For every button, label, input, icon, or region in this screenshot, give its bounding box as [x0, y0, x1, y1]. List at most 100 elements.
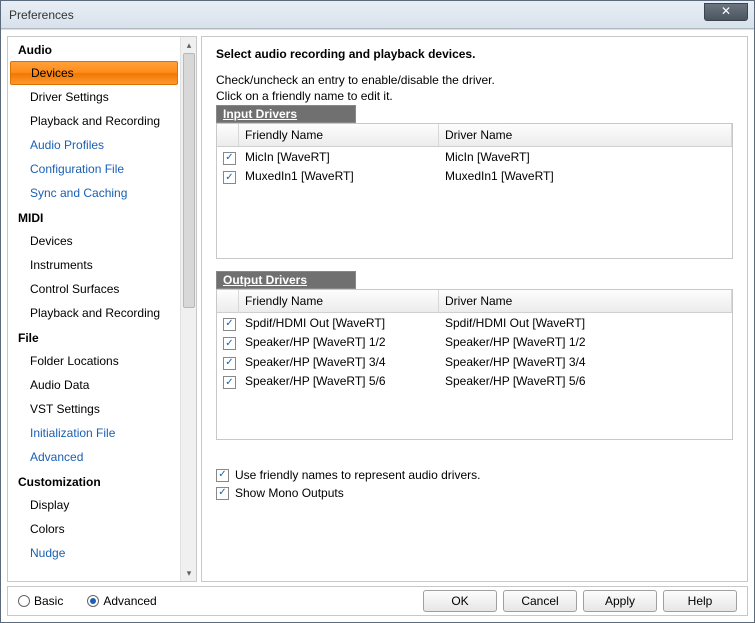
- row-driver-name: Speaker/HP [WaveRT] 1/2: [439, 334, 732, 350]
- output-col-driver[interactable]: Driver Name: [439, 290, 732, 312]
- input-col-driver[interactable]: Driver Name: [439, 124, 732, 146]
- settings-pane: Select audio recording and playback devi…: [201, 36, 748, 582]
- sidebar-list: AudioDevicesDriver SettingsPlayback and …: [8, 37, 180, 581]
- option-show-mono-label: Show Mono Outputs: [235, 486, 344, 500]
- row-checkbox-cell: ✓: [217, 353, 239, 371]
- input-col-friendly[interactable]: Friendly Name: [239, 124, 439, 146]
- sidebar-item[interactable]: Initialization File: [8, 421, 180, 445]
- sidebar-item[interactable]: Instruments: [8, 253, 180, 277]
- footer-bar: Basic Advanced OK Cancel Apply Help: [7, 586, 748, 616]
- help-button[interactable]: Help: [663, 590, 737, 612]
- sidebar-item[interactable]: Audio Profiles: [8, 133, 180, 157]
- row-driver-name: Speaker/HP [WaveRT] 3/4: [439, 354, 732, 370]
- option-friendly-names[interactable]: ✓ Use friendly names to represent audio …: [216, 466, 733, 484]
- table-row[interactable]: ✓MicIn [WaveRT]MicIn [WaveRT]: [217, 147, 732, 167]
- output-drivers-header: Output Drivers: [216, 271, 356, 289]
- output-col-check: [217, 290, 239, 312]
- sidebar-item[interactable]: Nudge: [8, 541, 180, 565]
- sidebar-scrollbar[interactable]: ▴ ▾: [180, 37, 196, 581]
- cancel-button[interactable]: Cancel: [503, 590, 577, 612]
- sidebar-item[interactable]: Folder Locations: [8, 349, 180, 373]
- content: AudioDevicesDriver SettingsPlayback and …: [1, 29, 754, 622]
- row-friendly-name[interactable]: Speaker/HP [WaveRT] 3/4: [239, 354, 439, 370]
- sidebar-item[interactable]: Devices: [10, 61, 178, 85]
- scroll-down-button[interactable]: ▾: [181, 565, 197, 581]
- pane-title: Select audio recording and playback devi…: [216, 47, 733, 61]
- input-rows: ✓MicIn [WaveRT]MicIn [WaveRT]✓MuxedIn1 […: [217, 147, 732, 186]
- output-grid-spacer: [217, 391, 732, 439]
- sidebar-item[interactable]: Advanced: [8, 445, 180, 469]
- table-row[interactable]: ✓Speaker/HP [WaveRT] 1/2Speaker/HP [Wave…: [217, 333, 732, 353]
- row-friendly-name[interactable]: Speaker/HP [WaveRT] 1/2: [239, 334, 439, 350]
- output-rows: ✓Spdif/HDMI Out [WaveRT]Spdif/HDMI Out […: [217, 313, 732, 391]
- preferences-window: Preferences ✕ AudioDevicesDriver Setting…: [0, 0, 755, 623]
- row-driver-name: Spdif/HDMI Out [WaveRT]: [439, 315, 732, 331]
- pane-instruction-1: Check/uncheck an entry to enable/disable…: [216, 73, 733, 87]
- sidebar-item[interactable]: Audio Data: [8, 373, 180, 397]
- row-friendly-name[interactable]: MuxedIn1 [WaveRT]: [239, 168, 439, 184]
- row-friendly-name[interactable]: Speaker/HP [WaveRT] 5/6: [239, 373, 439, 389]
- sidebar-item[interactable]: Configuration File: [8, 157, 180, 181]
- option-friendly-names-label: Use friendly names to represent audio dr…: [235, 468, 480, 482]
- sidebar-item[interactable]: Playback and Recording: [8, 301, 180, 325]
- sidebar-category-header: File: [8, 325, 180, 349]
- row-friendly-name[interactable]: Spdif/HDMI Out [WaveRT]: [239, 315, 439, 331]
- sidebar-item[interactable]: Display: [8, 493, 180, 517]
- checkbox-friendly-names[interactable]: ✓: [216, 469, 229, 482]
- titlebar: Preferences ✕: [1, 1, 754, 29]
- input-drivers-header: Input Drivers: [216, 105, 356, 123]
- table-row[interactable]: ✓Spdif/HDMI Out [WaveRT]Spdif/HDMI Out […: [217, 313, 732, 333]
- row-checkbox[interactable]: ✓: [223, 337, 236, 350]
- input-grid-spacer: [217, 186, 732, 258]
- radio-advanced[interactable]: [87, 595, 99, 607]
- sidebar-category-header: Customization: [8, 469, 180, 493]
- row-checkbox[interactable]: ✓: [223, 171, 236, 184]
- row-checkbox[interactable]: ✓: [223, 318, 236, 331]
- row-checkbox-cell: ✓: [217, 314, 239, 332]
- row-checkbox[interactable]: ✓: [223, 376, 236, 389]
- sidebar-item[interactable]: Playback and Recording: [8, 109, 180, 133]
- output-col-friendly[interactable]: Friendly Name: [239, 290, 439, 312]
- row-driver-name: MuxedIn1 [WaveRT]: [439, 168, 732, 184]
- sidebar-item[interactable]: Devices: [8, 229, 180, 253]
- sidebar-item[interactable]: Driver Settings: [8, 85, 180, 109]
- scroll-thumb[interactable]: [183, 53, 195, 308]
- input-grid-header: Friendly Name Driver Name: [217, 124, 732, 147]
- mode-advanced[interactable]: Advanced: [87, 594, 156, 608]
- row-driver-name: Speaker/HP [WaveRT] 5/6: [439, 373, 732, 389]
- category-sidebar: AudioDevicesDriver SettingsPlayback and …: [7, 36, 197, 582]
- input-drivers-grid: Friendly Name Driver Name ✓MicIn [WaveRT…: [216, 123, 733, 259]
- ok-button[interactable]: OK: [423, 590, 497, 612]
- output-drivers-grid: Friendly Name Driver Name ✓Spdif/HDMI Ou…: [216, 289, 733, 440]
- sidebar-item[interactable]: Control Surfaces: [8, 277, 180, 301]
- sidebar-item[interactable]: Colors: [8, 517, 180, 541]
- row-checkbox[interactable]: ✓: [223, 152, 236, 165]
- row-driver-name: MicIn [WaveRT]: [439, 149, 732, 165]
- table-row[interactable]: ✓Speaker/HP [WaveRT] 5/6Speaker/HP [Wave…: [217, 372, 732, 392]
- close-button[interactable]: ✕: [704, 3, 748, 21]
- table-row[interactable]: ✓MuxedIn1 [WaveRT]MuxedIn1 [WaveRT]: [217, 167, 732, 187]
- sidebar-category-header: Audio: [8, 37, 180, 61]
- scroll-up-button[interactable]: ▴: [181, 37, 197, 53]
- checkbox-show-mono[interactable]: ✓: [216, 487, 229, 500]
- option-show-mono[interactable]: ✓ Show Mono Outputs: [216, 484, 733, 502]
- main-area: AudioDevicesDriver SettingsPlayback and …: [7, 36, 748, 582]
- footer-buttons: OK Cancel Apply Help: [423, 590, 737, 612]
- input-col-check: [217, 124, 239, 146]
- sidebar-category-header: MIDI: [8, 205, 180, 229]
- pane-instruction-2: Click on a friendly name to edit it.: [216, 89, 733, 103]
- row-checkbox-cell: ✓: [217, 168, 239, 186]
- row-checkbox-cell: ✓: [217, 334, 239, 352]
- sidebar-item[interactable]: VST Settings: [8, 397, 180, 421]
- radio-basic[interactable]: [18, 595, 30, 607]
- table-row[interactable]: ✓Speaker/HP [WaveRT] 3/4Speaker/HP [Wave…: [217, 352, 732, 372]
- row-checkbox-cell: ✓: [217, 148, 239, 166]
- sidebar-item[interactable]: Sync and Caching: [8, 181, 180, 205]
- apply-button[interactable]: Apply: [583, 590, 657, 612]
- row-friendly-name[interactable]: MicIn [WaveRT]: [239, 149, 439, 165]
- radio-basic-label: Basic: [34, 594, 63, 608]
- row-checkbox-cell: ✓: [217, 373, 239, 391]
- radio-advanced-label: Advanced: [103, 594, 156, 608]
- row-checkbox[interactable]: ✓: [223, 357, 236, 370]
- mode-basic[interactable]: Basic: [18, 594, 63, 608]
